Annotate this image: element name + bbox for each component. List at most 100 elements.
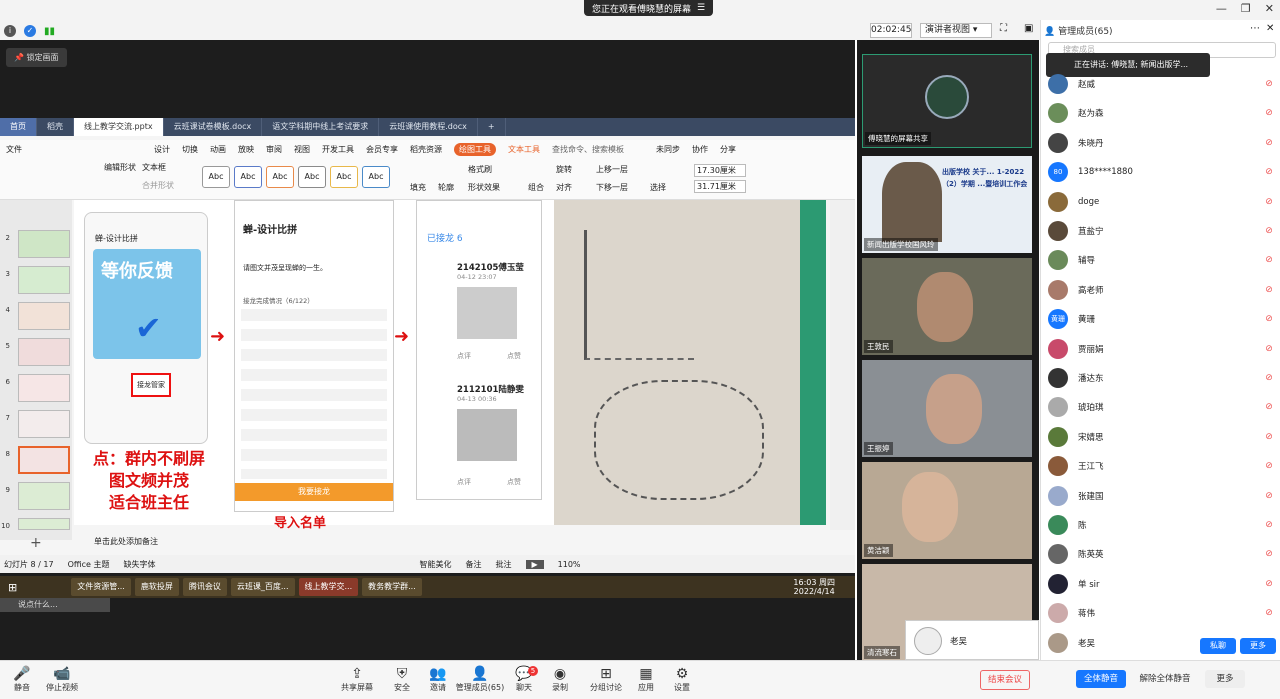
- slide-thumb-7[interactable]: [18, 410, 70, 438]
- slide-thumb-3[interactable]: [18, 266, 70, 294]
- record-button[interactable]: ◉ 录制: [538, 666, 582, 693]
- mic-off-icon[interactable]: ⊘: [1262, 108, 1276, 118]
- member-row[interactable]: 陈英英 ⊘: [1048, 540, 1276, 568]
- edit-shape-button[interactable]: 编辑形状: [104, 162, 136, 173]
- menu-slideshow[interactable]: 放映: [238, 144, 254, 155]
- slide-thumb-6[interactable]: [18, 374, 70, 402]
- manage-members-button[interactable]: 👤 管理成员(65): [452, 666, 508, 693]
- menu-file[interactable]: 文件: [6, 144, 22, 155]
- restore-icon[interactable]: ❐: [1241, 2, 1251, 15]
- menu-icon[interactable]: ☰: [697, 3, 705, 13]
- slide-thumb-9[interactable]: [18, 482, 70, 510]
- breakout-button[interactable]: ⊞ 分组讨论: [584, 666, 628, 693]
- tab-docx-1[interactable]: 云班课试卷模板.docx: [164, 118, 263, 136]
- play-icon[interactable]: ▶: [525, 559, 544, 569]
- member-row[interactable]: 蒋伟 ⊘: [1048, 599, 1276, 627]
- video-tile[interactable]: 出版学校 关于... 1-2022（2）学期 ...暨培训工作会 新闻出版学校国…: [862, 156, 1032, 253]
- new-tab-icon[interactable]: +: [478, 118, 506, 136]
- member-row[interactable]: doge ⊘: [1048, 188, 1276, 216]
- notes-bar[interactable]: 单击此处添加备注: [74, 536, 826, 550]
- search-command[interactable]: 查找命令、搜索模板: [552, 144, 624, 155]
- mic-off-icon[interactable]: ⊘: [1262, 197, 1276, 207]
- stop-video-button[interactable]: 📹 停止视频: [40, 666, 84, 693]
- member-row[interactable]: 赵威 ⊘: [1048, 70, 1276, 98]
- taskbar-item[interactable]: 腾讯会议: [182, 578, 227, 596]
- mic-off-icon[interactable]: ⊘: [1262, 549, 1276, 559]
- mic-off-icon[interactable]: ⊘: [1262, 344, 1276, 354]
- minimize-icon[interactable]: —: [1216, 2, 1227, 15]
- shield-icon[interactable]: ✓: [24, 25, 36, 37]
- fill-button[interactable]: 填充: [410, 182, 426, 193]
- info-icon[interactable]: i: [4, 25, 16, 37]
- style-preset-2[interactable]: Abc: [234, 166, 262, 188]
- mic-off-icon[interactable]: ⊘: [1262, 520, 1276, 530]
- mic-off-icon[interactable]: ⊘: [1262, 579, 1276, 589]
- shape-height-input[interactable]: 17.30厘米: [694, 164, 746, 177]
- more-icon[interactable]: ⋯: [1250, 23, 1260, 34]
- member-row[interactable]: 张建国 ⊘: [1048, 482, 1276, 510]
- sharing-banner[interactable]: 您正在观看傅晓慧的屏幕 ☰: [584, 0, 714, 16]
- slide-thumb-8[interactable]: [18, 446, 70, 474]
- style-preset-4[interactable]: Abc: [298, 166, 326, 188]
- menu-view[interactable]: 视图: [294, 144, 310, 155]
- mic-off-icon[interactable]: ⊘: [1262, 167, 1276, 177]
- member-row[interactable]: 单 sir ⊘: [1048, 570, 1276, 598]
- signal-icon[interactable]: ▮▮: [44, 26, 55, 37]
- private-chat-button[interactable]: 私聊: [1200, 638, 1236, 654]
- share-screen-button[interactable]: ⇪ 共享屏幕: [335, 666, 379, 693]
- combine-button[interactable]: 组合: [528, 182, 544, 193]
- menu-developer[interactable]: 开发工具: [322, 144, 354, 155]
- share-button[interactable]: 分享: [720, 144, 736, 155]
- layout-icon[interactable]: ▣: [1024, 23, 1033, 34]
- mic-off-icon[interactable]: ⊘: [1262, 432, 1276, 442]
- more-button[interactable]: 更多: [1205, 670, 1245, 688]
- style-preset-6[interactable]: Abc: [362, 166, 390, 188]
- member-row[interactable]: 王江飞 ⊘: [1048, 452, 1276, 480]
- rotate-button[interactable]: 旋转: [556, 164, 572, 175]
- notes-button[interactable]: 备注: [466, 559, 482, 570]
- tab-pptx[interactable]: 线上教学交流.pptx: [74, 118, 164, 136]
- taskbar-item[interactable]: 鹿软投屏: [134, 578, 179, 596]
- slide-thumb-2[interactable]: [18, 230, 70, 258]
- taskbar-item[interactable]: 文件资源管...: [71, 578, 131, 596]
- lock-screen-button[interactable]: 📌 锁定画面: [6, 48, 67, 67]
- menu-transition[interactable]: 切换: [182, 144, 198, 155]
- bring-forward-button[interactable]: 上移一层: [596, 164, 628, 175]
- member-row[interactable]: 赵为森 ⊘: [1048, 99, 1276, 127]
- style-preset-3[interactable]: Abc: [266, 166, 294, 188]
- member-more-button[interactable]: 更多: [1240, 638, 1276, 654]
- mic-off-icon[interactable]: ⊘: [1262, 402, 1276, 412]
- slide-thumb-5[interactable]: [18, 338, 70, 366]
- mic-off-icon[interactable]: ⊘: [1262, 461, 1276, 471]
- mute-button[interactable]: 🎤 静音: [0, 666, 44, 693]
- fullscreen-icon[interactable]: ⛶: [1000, 23, 1007, 34]
- member-row[interactable]: 贾丽娟 ⊘: [1048, 335, 1276, 363]
- chat-input[interactable]: 说点什么...: [0, 598, 110, 612]
- member-row[interactable]: 80 138****1880 ⊘: [1048, 158, 1276, 186]
- outline-button[interactable]: 轮廓: [438, 182, 454, 193]
- close-icon[interactable]: ✕: [1266, 23, 1274, 34]
- mic-off-icon[interactable]: ⊘: [1262, 608, 1276, 618]
- taskbar-item[interactable]: 线上教学交...: [298, 578, 359, 596]
- tab-docer[interactable]: 稻壳: [37, 118, 74, 136]
- mic-off-icon[interactable]: ⊘: [1262, 373, 1276, 383]
- format-brush-button[interactable]: 格式刷: [468, 164, 492, 175]
- add-slide-icon[interactable]: +: [30, 535, 42, 551]
- video-tile[interactable]: 王振婷: [862, 360, 1032, 457]
- select-button[interactable]: 选择: [650, 182, 666, 193]
- menu-member[interactable]: 会员专享: [366, 144, 398, 155]
- video-tile[interactable]: 黄洁颖: [862, 462, 1032, 559]
- mic-off-icon[interactable]: ⊘: [1262, 491, 1276, 501]
- beautify-button[interactable]: 智能美化: [420, 559, 452, 570]
- sync-status[interactable]: 未同步: [656, 144, 680, 155]
- shape-width-input[interactable]: 31.71厘米: [694, 180, 746, 193]
- member-row[interactable]: 朱晓丹 ⊘: [1048, 129, 1276, 157]
- settings-button[interactable]: ⚙ 设置: [660, 666, 704, 693]
- member-row[interactable]: 苴盐宁 ⊘: [1048, 217, 1276, 245]
- member-row[interactable]: 陈 ⊘: [1048, 511, 1276, 539]
- slide-thumb-4[interactable]: [18, 302, 70, 330]
- member-row[interactable]: 辅导 ⊘: [1048, 246, 1276, 274]
- mic-off-icon[interactable]: ⊘: [1262, 255, 1276, 265]
- missing-font[interactable]: 缺失字体: [124, 559, 156, 570]
- mic-off-icon[interactable]: ⊘: [1262, 138, 1276, 148]
